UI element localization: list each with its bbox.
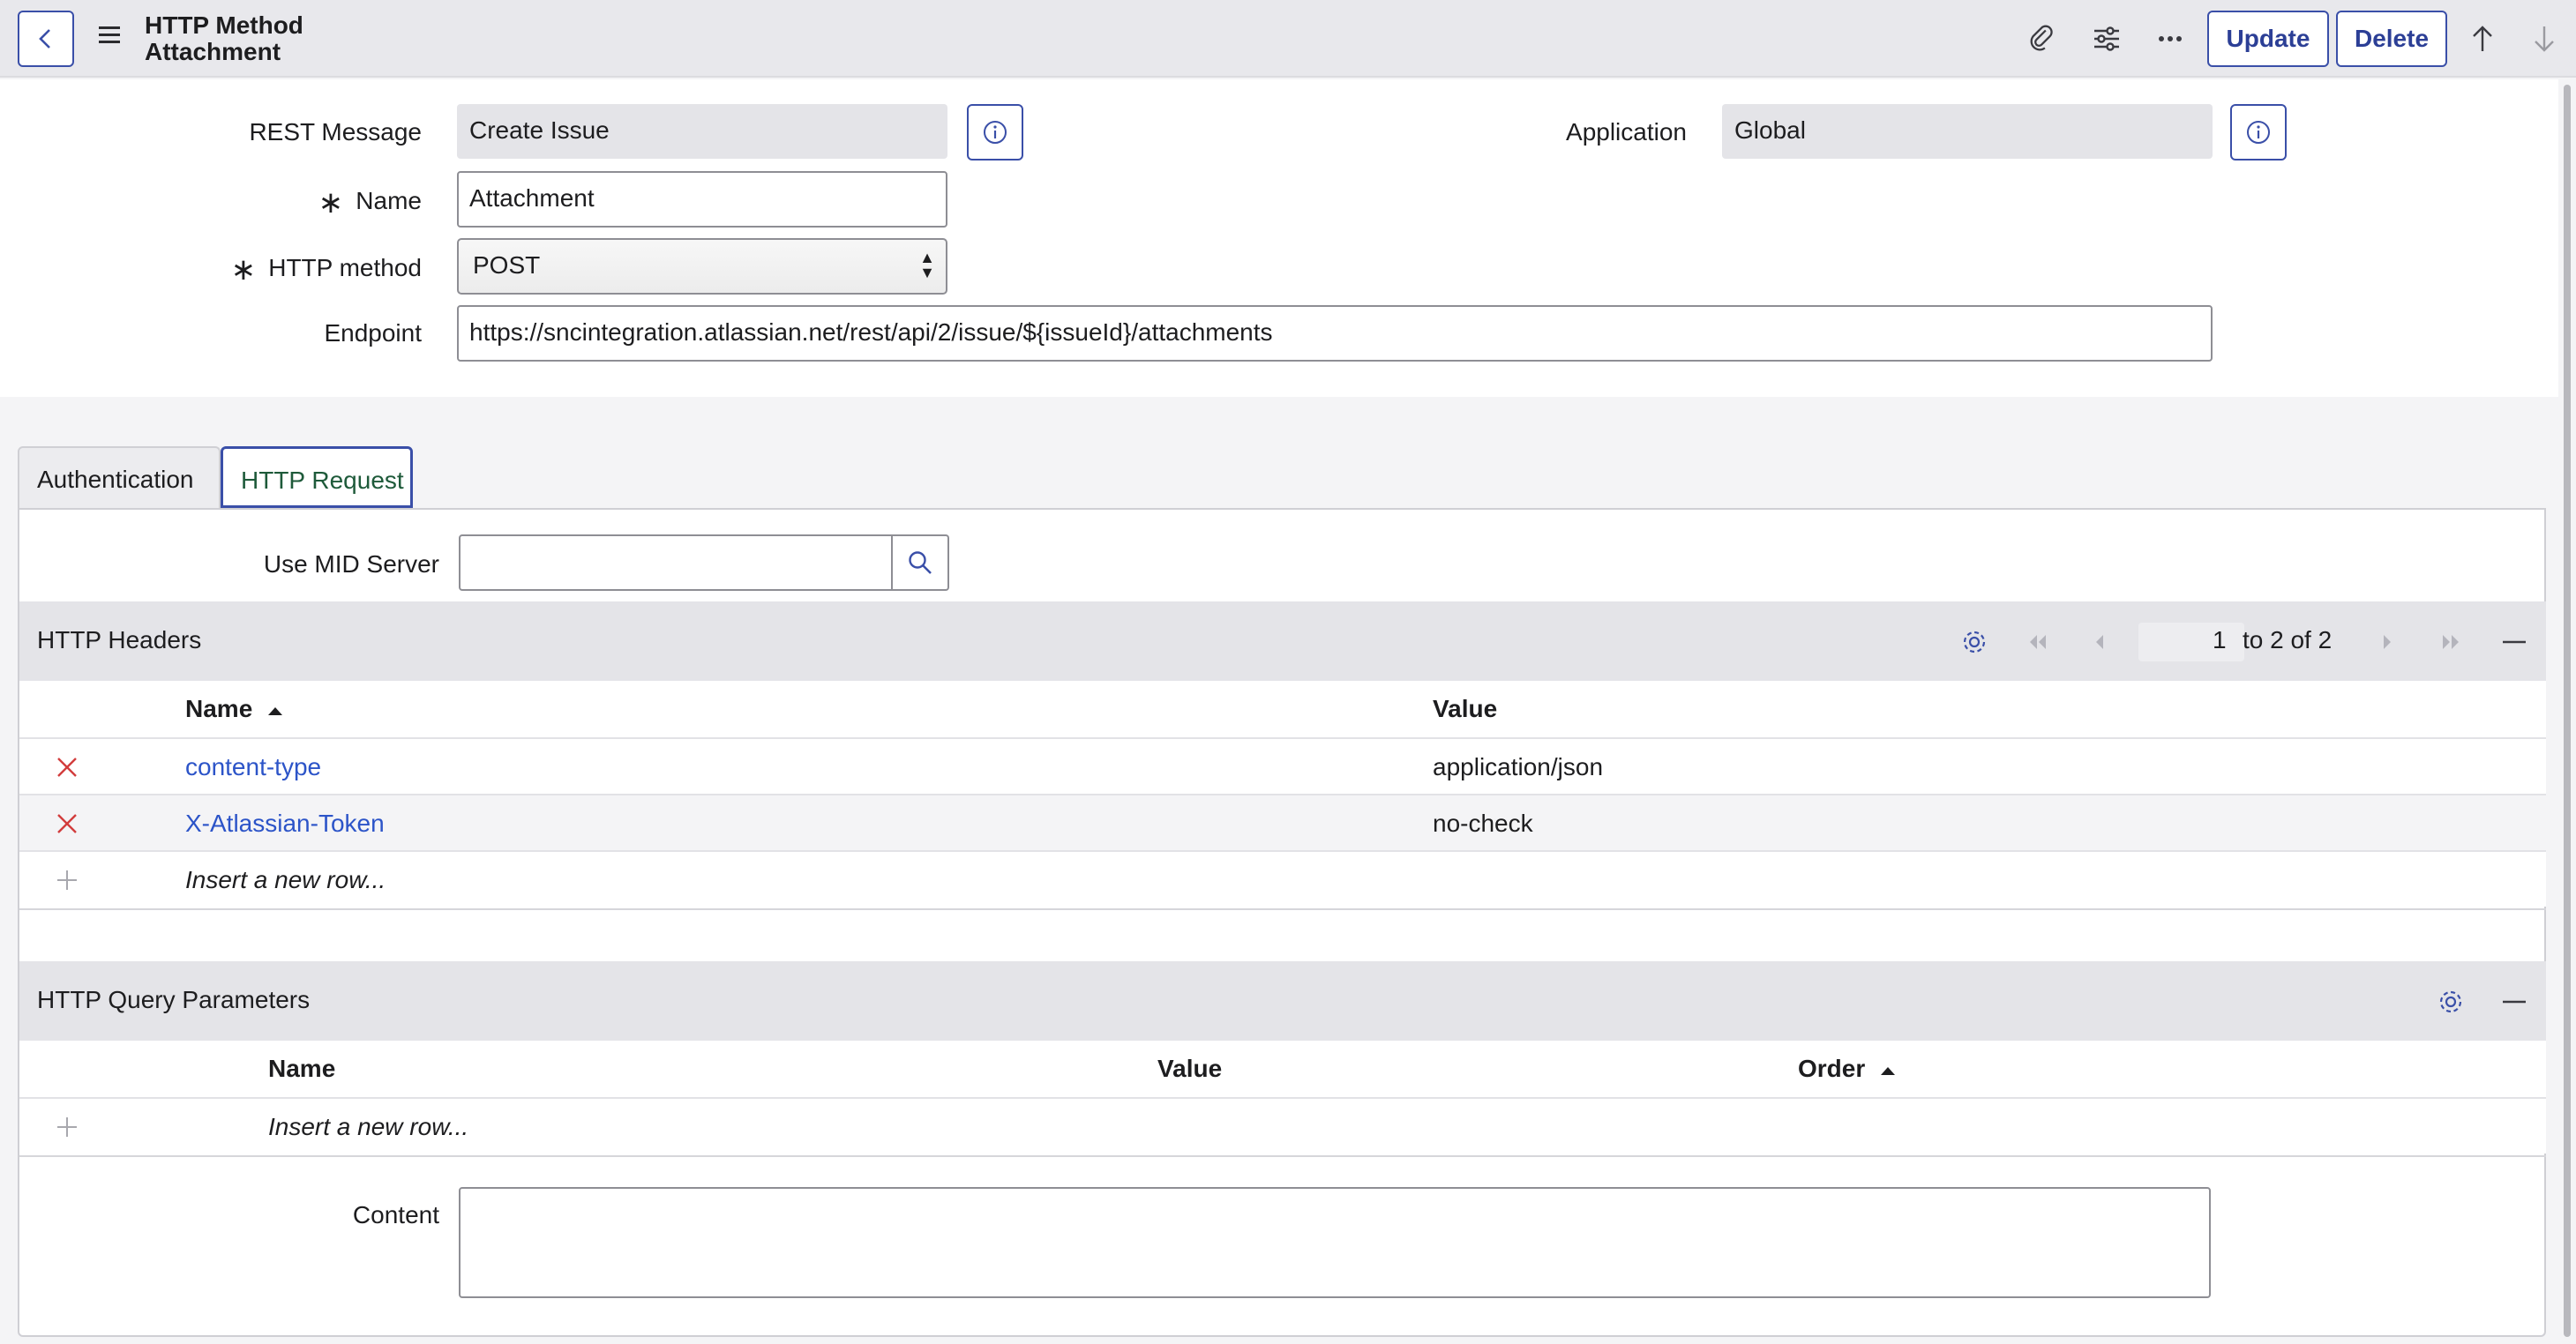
update-button[interactable]: Update [2207,11,2329,67]
page-title-line1: HTTP Method [145,11,303,39]
gear-icon[interactable] [2433,984,2468,1019]
form-fields-section: REST Message Create Issue Application Gl… [0,79,2558,397]
paperclip-icon[interactable] [2024,19,2063,58]
hamburger-icon[interactable] [99,26,120,44]
column-name[interactable]: Name [185,695,284,723]
collapse-icon[interactable] [2497,984,2532,1019]
pager-range: to 2 of 2 [2243,626,2333,653]
back-button[interactable] [18,11,74,67]
required-icon: ∗ [230,253,257,287]
http-method-label: ∗ HTTP method [231,252,422,287]
select-arrows-icon: ▲ ▼ [919,249,935,281]
insert-row[interactable]: Insert a new row... [19,1097,2546,1154]
endpoint-label: Endpoint [324,319,422,347]
pager-page-box[interactable] [2138,623,2244,661]
application-info-button[interactable] [2230,104,2287,161]
more-icon[interactable] [2151,19,2190,58]
headers-column-row: Name Value [19,681,2546,737]
mid-server-input[interactable] [459,534,893,591]
column-order[interactable]: Order [1798,1055,1897,1083]
page-title: HTTP Method Attachment [145,12,303,65]
search-icon [909,551,932,574]
column-value[interactable]: Value [1157,1055,1222,1083]
delete-x-icon[interactable] [55,811,79,836]
gear-icon[interactable] [1957,624,1992,660]
sort-asc-icon [1881,1067,1896,1075]
info-icon [984,121,1007,144]
back-arrow-icon [39,29,50,49]
content-label: Content [352,1201,439,1228]
delete-button[interactable]: Delete [2336,11,2447,67]
prev-page-icon[interactable] [2082,624,2117,660]
next-page-icon[interactable] [2370,624,2405,660]
plus-icon[interactable] [55,1115,79,1139]
plus-icon[interactable] [55,868,79,892]
table-row: content-type application/json [19,737,2546,794]
application-label: Application [1566,118,1687,146]
http-query-params-header: HTTP Query Parameters [19,961,2546,1041]
first-page-icon[interactable] [2020,624,2056,660]
divider [19,908,2546,910]
delete-x-icon[interactable] [55,755,79,780]
header-value[interactable]: no-check [1433,810,1533,838]
rest-message-field[interactable]: Create Issue [457,104,947,159]
name-label: ∗ Name [318,185,422,220]
http-method-label-text: HTTP method [268,254,422,281]
content-textarea[interactable] [459,1187,2211,1298]
sliders-icon[interactable] [2087,19,2126,58]
tab-http-request[interactable]: HTTP Request [221,446,413,508]
rest-message-label: REST Message [249,118,422,146]
http-headers-header: HTTP Headers 1 to 2 of 2 [19,601,2546,681]
name-label-text: Name [356,187,422,214]
column-value[interactable]: Value [1433,695,1497,723]
form-header: HTTP Method Attachment Update Delete [0,0,2576,78]
insert-row-text[interactable]: Insert a new row... [185,866,386,894]
mid-server-search-button[interactable] [893,534,949,591]
table-row: X-Atlassian-Token no-check [19,794,2546,850]
application-field[interactable]: Global [1722,104,2213,159]
info-icon [2247,121,2270,144]
column-order-label: Order [1798,1055,1866,1082]
endpoint-input[interactable]: https://sncintegration.atlassian.net/res… [457,305,2213,362]
insert-row-text[interactable]: Insert a new row... [268,1113,468,1141]
http-query-params-title: HTTP Query Parameters [37,986,311,1013]
http-method-select[interactable]: POST ▲ ▼ [457,238,947,295]
pager-page-number: 1 [2213,626,2227,653]
http-headers-title: HTTP Headers [37,626,202,653]
insert-row[interactable]: Insert a new row... [19,850,2546,907]
column-name-label: Name [185,695,253,722]
tab-authentication[interactable]: Authentication [18,446,221,508]
header-value[interactable]: application/json [1433,753,1603,781]
sort-asc-icon [268,707,283,715]
http-method-value: POST [473,251,541,279]
divider [19,1155,2546,1157]
last-page-icon[interactable] [2433,624,2468,660]
header-name-link[interactable]: content-type [185,753,321,781]
name-input[interactable]: Attachment [457,171,947,228]
collapse-icon[interactable] [2497,624,2532,660]
header-name-link[interactable]: X-Atlassian-Token [185,810,385,838]
scrollbar[interactable] [2564,85,2571,1337]
rest-message-info-button[interactable] [967,104,1023,161]
column-name[interactable]: Name [268,1055,335,1083]
arrow-down-icon[interactable] [2525,19,2564,58]
page-title-line2: Attachment [145,38,281,65]
required-icon: ∗ [318,186,344,220]
mid-server-label: Use MID Server [263,550,439,578]
query-params-column-row: Name Value Order [19,1041,2546,1097]
arrow-up-icon[interactable] [2463,19,2502,58]
